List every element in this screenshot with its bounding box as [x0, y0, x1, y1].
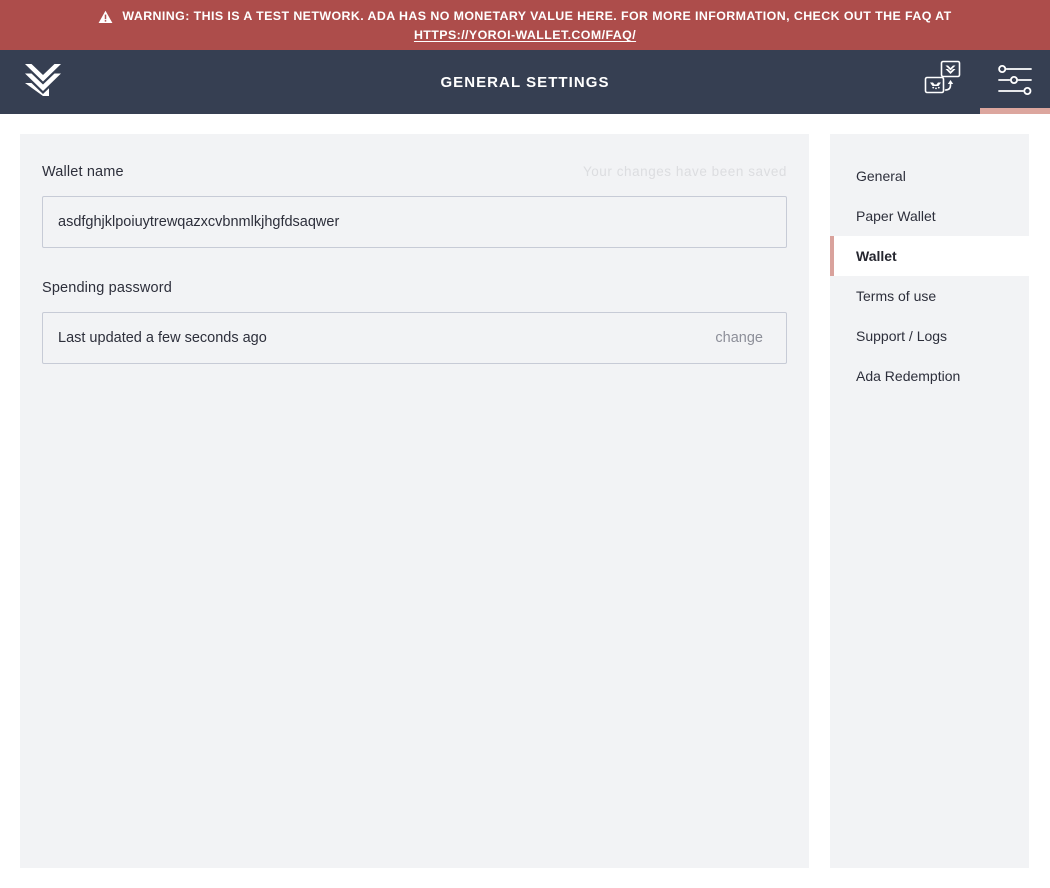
faq-link[interactable]: HTTPS://YOROI-WALLET.COM/FAQ/ — [414, 28, 636, 42]
navbar-actions — [910, 50, 1050, 114]
settings-menu: General Paper Wallet Wallet Terms of use… — [830, 134, 1029, 868]
spending-password-status: Last updated a few seconds ago — [58, 330, 267, 346]
menu-item-support-logs[interactable]: Support / Logs — [830, 316, 1029, 356]
spending-password-label: Spending password — [42, 280, 172, 296]
wallet-switcher-icon — [922, 59, 968, 106]
spending-password-row[interactable]: Last updated a few seconds ago change — [42, 312, 787, 364]
warning-banner-text: WARNING: THIS IS A TEST NETWORK. ADA HAS… — [122, 9, 952, 23]
test-network-warning-banner: WARNING: THIS IS A TEST NETWORK. ADA HAS… — [0, 0, 1050, 50]
menu-item-ada-redemption[interactable]: Ada Redemption — [830, 356, 1029, 396]
menu-item-label: Terms of use — [856, 288, 937, 304]
settings-button[interactable] — [980, 50, 1050, 114]
wallet-name-label: Wallet name — [42, 164, 124, 180]
menu-item-terms-of-use[interactable]: Terms of use — [830, 276, 1029, 316]
top-navbar: GENERAL SETTINGS — [0, 50, 1050, 114]
spending-password-header: Spending password — [42, 280, 787, 300]
wallet-switcher-button[interactable] — [910, 50, 980, 114]
menu-item-label: General — [856, 168, 906, 184]
menu-item-paper-wallet[interactable]: Paper Wallet — [830, 196, 1029, 236]
page-title: GENERAL SETTINGS — [440, 73, 610, 91]
change-password-link[interactable]: change — [715, 330, 763, 346]
menu-item-label: Support / Logs — [856, 328, 948, 344]
menu-item-general[interactable]: General — [830, 156, 1029, 196]
menu-item-label: Ada Redemption — [856, 368, 961, 384]
wallet-name-header: Wallet name Your changes have been saved — [42, 164, 787, 184]
menu-item-wallet[interactable]: Wallet — [830, 236, 1029, 276]
warning-triangle-icon — [98, 10, 113, 24]
settings-page: Wallet name Your changes have been saved… — [0, 114, 1050, 888]
settings-sliders-icon — [995, 62, 1035, 103]
menu-item-label: Wallet — [856, 248, 897, 264]
menu-item-label: Paper Wallet — [856, 208, 936, 224]
changes-saved-message: Your changes have been saved — [582, 164, 787, 179]
warning-banner-line: WARNING: THIS IS A TEST NETWORK. ADA HAS… — [98, 9, 951, 24]
wallet-name-input[interactable] — [42, 196, 787, 248]
wallet-settings-panel: Wallet name Your changes have been saved… — [20, 134, 809, 868]
